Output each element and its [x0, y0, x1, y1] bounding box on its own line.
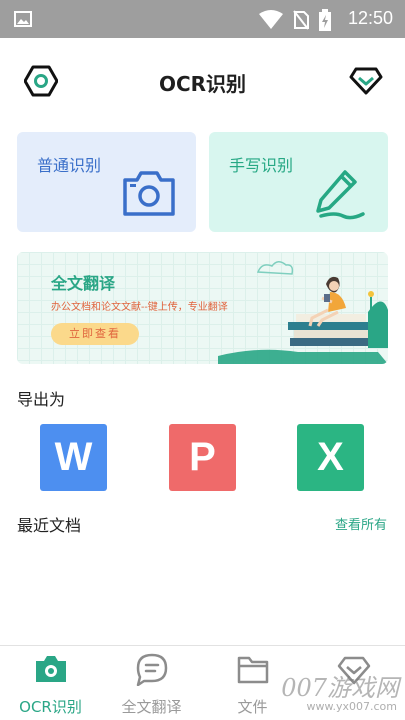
full-text-translate-banner[interactable]: 全文翻译 办公文档和论文文献--键上传，专业翻译 立即查看 — [17, 252, 388, 364]
app-header: OCR识别 — [0, 56, 405, 106]
status-bar: 12:50 — [0, 0, 405, 38]
tab-ocr[interactable]: OCR识别 — [0, 646, 101, 720]
diamond-vip-icon[interactable] — [349, 66, 383, 96]
watermark-url: www.yx007.com — [306, 700, 397, 713]
no-sim-icon — [293, 10, 309, 30]
camera-icon — [123, 171, 175, 216]
recent-docs-title: 最近文档 — [17, 516, 82, 535]
pen-icon — [316, 170, 365, 220]
normal-ocr-card[interactable]: 普通识别 — [17, 132, 196, 232]
camera-tab-icon — [36, 656, 66, 682]
banner-view-now-button[interactable]: 立即查看 — [51, 323, 139, 345]
battery-charging-icon — [319, 9, 331, 31]
tab-translate-label: 全文翻译 — [121, 698, 182, 716]
wifi-icon — [259, 10, 283, 29]
gallery-icon — [14, 11, 32, 27]
tab-ocr-label: OCR识别 — [19, 698, 82, 716]
banner-title: 全文翻译 — [51, 274, 116, 293]
status-icons — [259, 9, 331, 31]
page-title: OCR识别 — [158, 72, 247, 96]
export-excel-button[interactable]: X — [297, 424, 364, 491]
see-all-link[interactable]: 查看所有 — [335, 514, 387, 533]
banner-subtitle: 办公文档和论文文献--键上传，专业翻译 — [51, 302, 228, 313]
tab-translate[interactable]: 全文翻译 — [101, 646, 202, 720]
handwriting-ocr-label: 手写识别 — [229, 156, 294, 175]
export-word-button[interactable]: W — [40, 424, 107, 491]
folder-icon — [237, 656, 269, 684]
watermark-brand: 007游戏网 — [281, 674, 399, 702]
reading-girl-illustration — [218, 261, 388, 364]
chat-bubble-icon — [136, 653, 168, 686]
handwriting-ocr-card[interactable]: 手写识别 — [209, 132, 388, 232]
export-pdf-button[interactable]: P — [169, 424, 236, 491]
status-time: 12:50 — [347, 8, 393, 28]
export-section-title: 导出为 — [17, 390, 66, 409]
normal-ocr-label: 普通识别 — [37, 156, 102, 175]
